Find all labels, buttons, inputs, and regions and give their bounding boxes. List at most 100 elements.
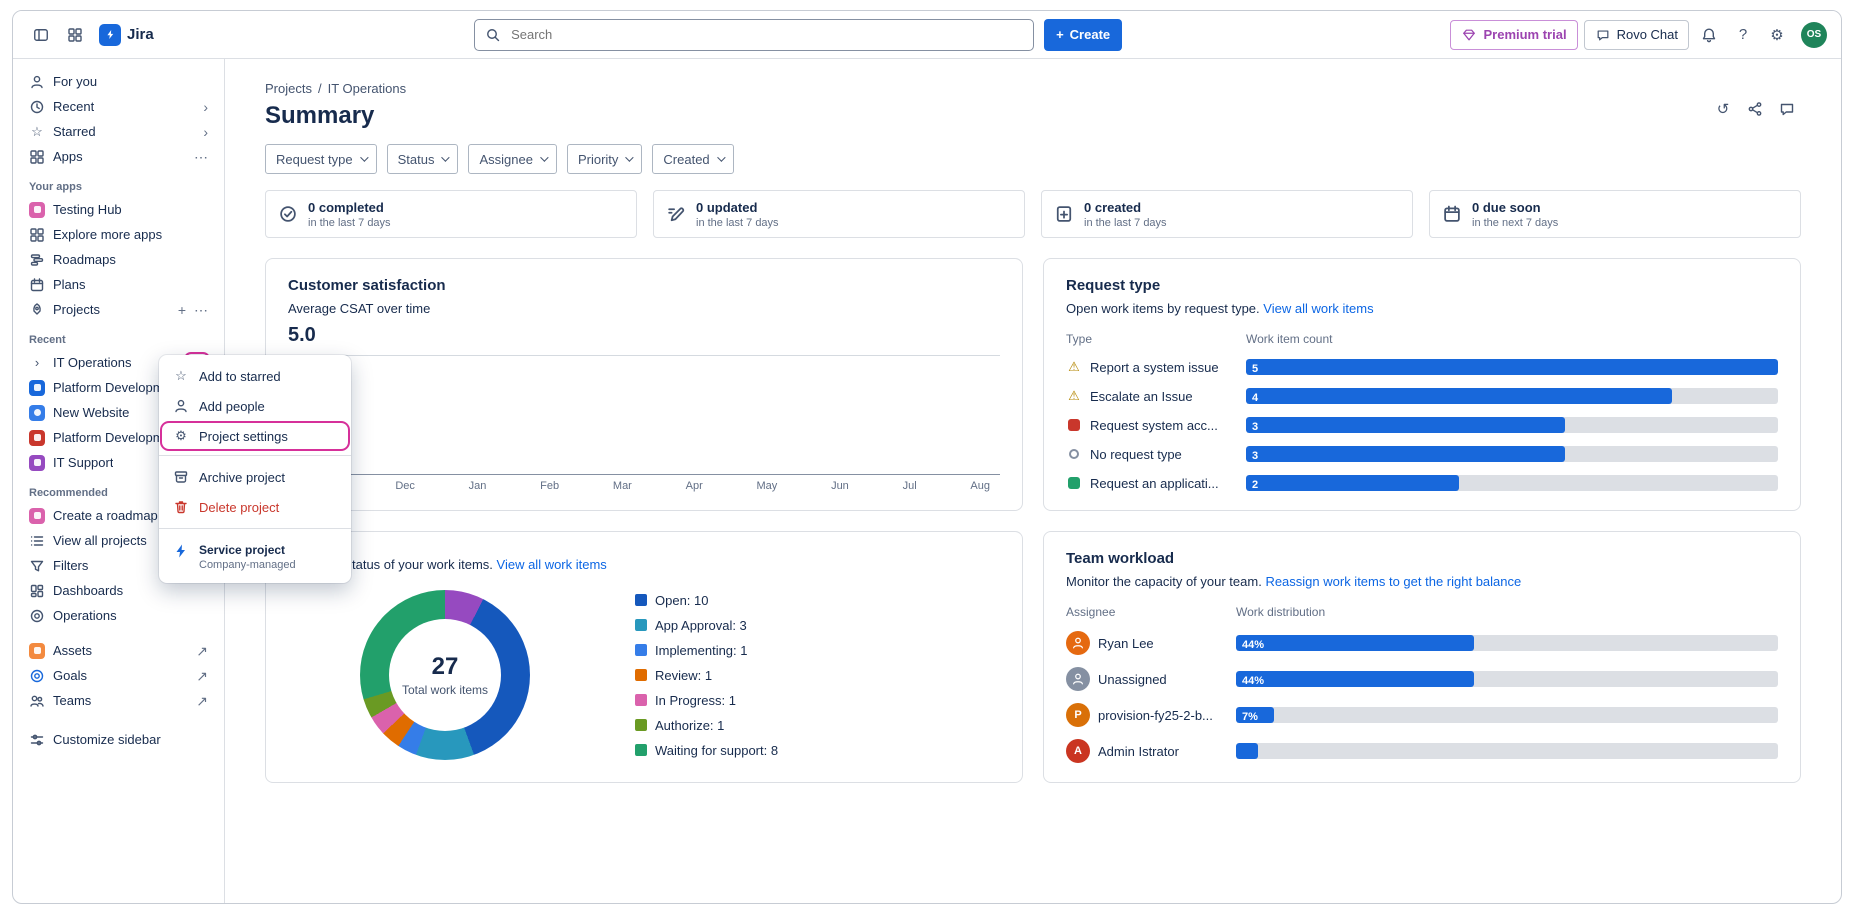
chevron-right-icon[interactable]: › — [29, 355, 45, 371]
new-website-icon — [29, 405, 45, 421]
global-search[interactable] — [474, 19, 1034, 51]
card-title: Customer satisfaction — [288, 277, 1000, 294]
testing-hub-icon — [29, 202, 45, 218]
jira-logo-icon — [99, 24, 121, 46]
request-type-row[interactable]: Request system acc... 3 — [1066, 417, 1778, 433]
bar-fill: 7% — [1236, 707, 1274, 723]
sidebar-item-for-you[interactable]: For you — [21, 69, 216, 94]
workload-row[interactable]: Ryan Lee 44% — [1066, 631, 1778, 655]
team-workload-table-header: AssigneeWork distribution — [1066, 605, 1778, 619]
sidebar-item-recent[interactable]: Recent › — [21, 94, 216, 119]
premium-trial-button[interactable]: Premium trial — [1450, 20, 1577, 50]
request-type-row[interactable]: ⚠ Escalate an Issue 4 — [1066, 388, 1778, 404]
legend-item: In Progress: 1 — [635, 693, 778, 708]
sidebar-item-teams[interactable]: Teams ↗ — [21, 688, 216, 713]
sidebar-toggle-button[interactable] — [27, 21, 55, 49]
plus-icon: + — [1056, 27, 1064, 42]
status-overview-card: tatus of your work items. View all work … — [265, 531, 1023, 783]
legend-swatch — [635, 719, 647, 731]
gear-icon: ⚙ — [1770, 26, 1783, 44]
user-avatar[interactable]: OS — [1801, 22, 1827, 48]
status-donut-chart: 27 Total work items — [360, 590, 530, 760]
legend-item: Implementing: 1 — [635, 643, 778, 658]
customer-satisfaction-card: Customer satisfaction Average CSAT over … — [265, 258, 1023, 511]
workload-row[interactable]: P provision-fy25-2-b... 7% — [1066, 703, 1778, 727]
legend-item: Open: 10 — [635, 593, 778, 608]
sidebar-item-projects[interactable]: Projects + ⋯ — [21, 297, 216, 322]
menu-item-service-project[interactable]: Service project Company-managed — [159, 535, 351, 577]
sidebar-item-customize[interactable]: Customize sidebar — [21, 727, 216, 752]
sidebar-item-operations[interactable]: Operations — [21, 603, 216, 628]
filter-created[interactable]: Created — [652, 144, 733, 174]
filter-assignee[interactable]: Assignee — [468, 144, 556, 174]
notifications-button[interactable] — [1695, 21, 1723, 49]
search-input[interactable] — [509, 26, 1023, 43]
bar-track — [1236, 743, 1778, 759]
sidebar-item-roadmaps[interactable]: Roadmaps — [21, 247, 216, 272]
menu-item-add-people[interactable]: Add people — [159, 391, 351, 421]
menu-item-add-to-starred[interactable]: ☆ Add to starred — [159, 361, 351, 391]
settings-button[interactable]: ⚙ — [1763, 21, 1791, 49]
filter-status[interactable]: Status — [387, 144, 459, 174]
request-type-row[interactable]: No request type 3 — [1066, 446, 1778, 462]
menu-item-archive-project[interactable]: Archive project — [159, 462, 351, 492]
bar-track: 44% — [1236, 635, 1778, 651]
sidebar-item-assets[interactable]: Assets ↗ — [21, 638, 216, 663]
legend-swatch — [635, 694, 647, 706]
projects-icon — [29, 302, 45, 318]
menu-item-delete-project[interactable]: Delete project — [159, 492, 351, 522]
sidebar-item-apps[interactable]: Apps ⋯ — [21, 144, 216, 169]
help-button[interactable]: ? — [1729, 21, 1757, 49]
request-type-row[interactable]: ⚠ Report a system issue 5 — [1066, 359, 1778, 375]
chevron-down-icon — [540, 153, 548, 161]
more-icon[interactable]: ⋯ — [194, 150, 208, 164]
sidebar-item-starred[interactable]: ☆ Starred › — [21, 119, 216, 144]
csat-x-axis: NovDecJanFebMarAprMayJunJulAug — [288, 475, 1000, 492]
app-switcher-button[interactable] — [61, 21, 89, 49]
sidebar-item-goals[interactable]: Goals ↗ — [21, 663, 216, 688]
card-subtitle: Average CSAT over time — [288, 301, 1000, 316]
bar-fill: 44% — [1236, 635, 1474, 651]
legend-swatch — [635, 619, 647, 631]
chevron-down-icon — [717, 153, 725, 161]
breadcrumb-separator: / — [318, 81, 322, 96]
refresh-button[interactable]: ↺ — [1709, 95, 1737, 123]
bar-fill: 5 — [1246, 359, 1778, 375]
share-button[interactable] — [1741, 95, 1769, 123]
add-project-icon[interactable]: + — [178, 303, 186, 317]
breadcrumb-it-operations[interactable]: IT Operations — [328, 81, 407, 96]
workload-row[interactable]: Unassigned 44% — [1066, 667, 1778, 691]
request-type-row[interactable]: Request an applicati... 2 — [1066, 475, 1778, 491]
archive-icon — [173, 469, 189, 485]
sidebar-item-plans[interactable]: Plans — [21, 272, 216, 297]
bar-fill: 4 — [1246, 388, 1672, 404]
calendar-icon — [1442, 204, 1462, 224]
legend-item: Review: 1 — [635, 668, 778, 683]
breadcrumb-projects[interactable]: Projects — [265, 81, 312, 96]
jira-logo[interactable]: Jira — [99, 24, 154, 46]
sidebar-item-explore-more-apps[interactable]: Explore more apps — [21, 222, 216, 247]
reassign-work-items-link[interactable]: Reassign work items to get the right bal… — [1265, 574, 1521, 589]
sidebar-item-testing-hub[interactable]: Testing Hub — [21, 197, 216, 222]
goals-icon — [29, 668, 45, 684]
workload-row[interactable]: A Admin Istrator — [1066, 739, 1778, 763]
status-legend: Open: 10 App Approval: 3 Implementing: 1… — [635, 593, 778, 758]
bar-track: 44% — [1236, 671, 1778, 687]
person-icon — [29, 74, 45, 90]
error-icon — [1066, 417, 1082, 433]
create-button[interactable]: + Create — [1044, 19, 1122, 51]
view-all-work-items-link[interactable]: View all work items — [1263, 301, 1373, 316]
filter-request-type[interactable]: Request type — [265, 144, 377, 174]
rovo-chat-button[interactable]: Rovo Chat — [1584, 20, 1689, 50]
feedback-button[interactable] — [1773, 95, 1801, 123]
project-context-menu: ☆ Add to starred Add people ⚙ Project se… — [159, 355, 351, 583]
undo-icon: ↺ — [1717, 100, 1730, 118]
chevron-down-icon — [442, 153, 450, 161]
bar-track: 2 — [1246, 475, 1778, 491]
bar-track: 7% — [1236, 707, 1778, 723]
filter-priority[interactable]: Priority — [567, 144, 642, 174]
menu-item-project-settings[interactable]: ⚙ Project settings — [162, 423, 348, 449]
view-all-work-items-link[interactable]: View all work items — [497, 557, 607, 572]
more-icon[interactable]: ⋯ — [194, 303, 208, 317]
rovo-chat-icon — [1595, 27, 1611, 43]
